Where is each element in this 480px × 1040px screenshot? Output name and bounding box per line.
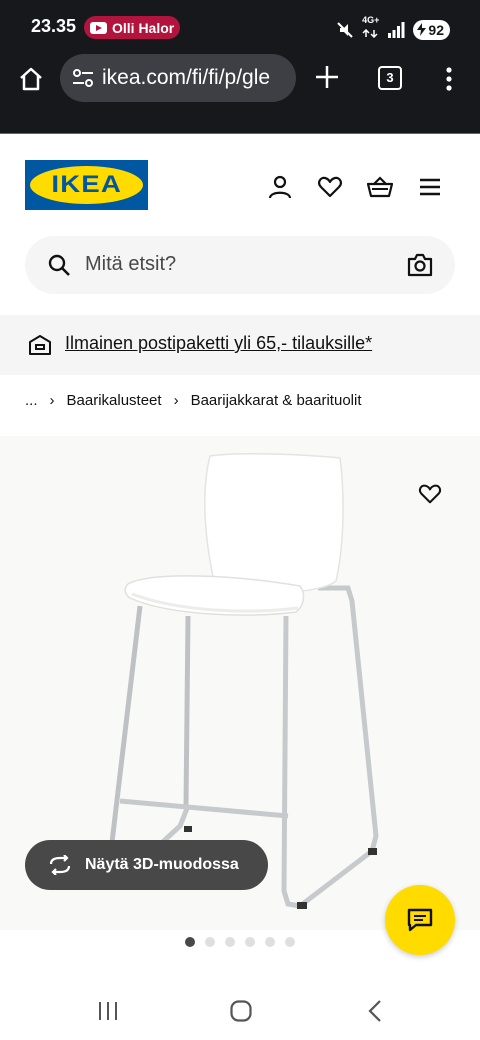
data-arrows-icon: [362, 28, 378, 39]
status-icons: 4G+ 92: [336, 16, 450, 43]
toolbar-divider: [0, 112, 480, 134]
browser-toolbar: ikea.com/fi/fi/p/gle 3: [0, 54, 480, 112]
home-icon[interactable]: [18, 66, 44, 92]
more-options-icon[interactable]: [444, 66, 454, 92]
promo-banner: Ilmainen postipaketti yli 65,- tilauksil…: [0, 315, 480, 375]
logo-text: IKEA: [51, 171, 122, 198]
battery-level: 92: [428, 21, 444, 38]
chevron-right-icon: ›: [49, 392, 55, 409]
account-icon[interactable]: [267, 174, 293, 200]
pagination-dot-active[interactable]: [185, 937, 195, 947]
search-icon: [48, 254, 70, 276]
pagination-dot[interactable]: [285, 937, 295, 947]
pagination-dot[interactable]: [225, 937, 235, 947]
shopping-basket-icon[interactable]: [367, 174, 393, 200]
hamburger-menu-icon[interactable]: [417, 174, 443, 200]
breadcrumb-item[interactable]: Baarikalusteet: [67, 392, 162, 409]
address-bar[interactable]: ikea.com/fi/fi/p/gle: [60, 54, 296, 102]
delivery-box-icon: [29, 335, 51, 355]
status-time: 23.35: [31, 16, 77, 36]
breadcrumb-item[interactable]: Baarijakkarat & baarituolit: [191, 392, 362, 409]
breadcrumb-ellipsis[interactable]: ...: [25, 392, 38, 409]
chat-icon: [407, 908, 433, 932]
notification-pill[interactable]: Olli Halor: [84, 16, 180, 39]
network-indicator: 4G+: [362, 16, 379, 43]
site-header: IKEA: [0, 134, 480, 234]
pagination-dot[interactable]: [265, 937, 275, 947]
home-nav-icon[interactable]: [229, 999, 253, 1023]
favorites-icon[interactable]: [317, 174, 343, 200]
status-bar: 23.35 Olli Halor 4G+ 92: [0, 0, 480, 54]
search-placeholder: Mitä etsit?: [85, 253, 177, 275]
mute-icon: [337, 21, 353, 38]
pagination-dot[interactable]: [205, 937, 215, 947]
save-to-favorites-icon[interactable]: [418, 482, 442, 506]
notification-text: Olli Halor: [112, 19, 175, 36]
system-navigation-bar: [0, 975, 480, 1040]
image-pagination: [185, 937, 295, 947]
new-tab-icon[interactable]: [314, 64, 340, 90]
ikea-logo[interactable]: IKEA: [25, 160, 148, 210]
search-field[interactable]: Mitä etsit?: [25, 236, 455, 294]
view-3d-label: Näytä 3D-muodossa: [85, 856, 239, 873]
pagination-dot[interactable]: [245, 937, 255, 947]
battery-indicator: 92: [413, 19, 450, 40]
chat-button[interactable]: [385, 885, 455, 955]
site-settings-icon[interactable]: [72, 68, 94, 88]
camera-search-icon[interactable]: [407, 253, 433, 277]
chevron-right-icon: ›: [173, 392, 179, 409]
recent-apps-icon[interactable]: [96, 999, 120, 1023]
charging-icon: [417, 23, 427, 36]
rotate-3d-icon: [49, 855, 71, 875]
back-icon[interactable]: [364, 999, 388, 1023]
tab-switcher-button[interactable]: 3: [378, 66, 402, 90]
youtube-icon: [90, 21, 107, 34]
breadcrumb: ... › Baarikalusteet › Baarijakkarat & b…: [25, 392, 362, 409]
promo-link[interactable]: Ilmainen postipaketti yli 65,- tilauksil…: [65, 333, 372, 354]
signal-icon: [388, 21, 405, 38]
view-3d-button[interactable]: Näytä 3D-muodossa: [25, 840, 268, 890]
url-text: ikea.com/fi/fi/p/gle: [102, 66, 271, 89]
